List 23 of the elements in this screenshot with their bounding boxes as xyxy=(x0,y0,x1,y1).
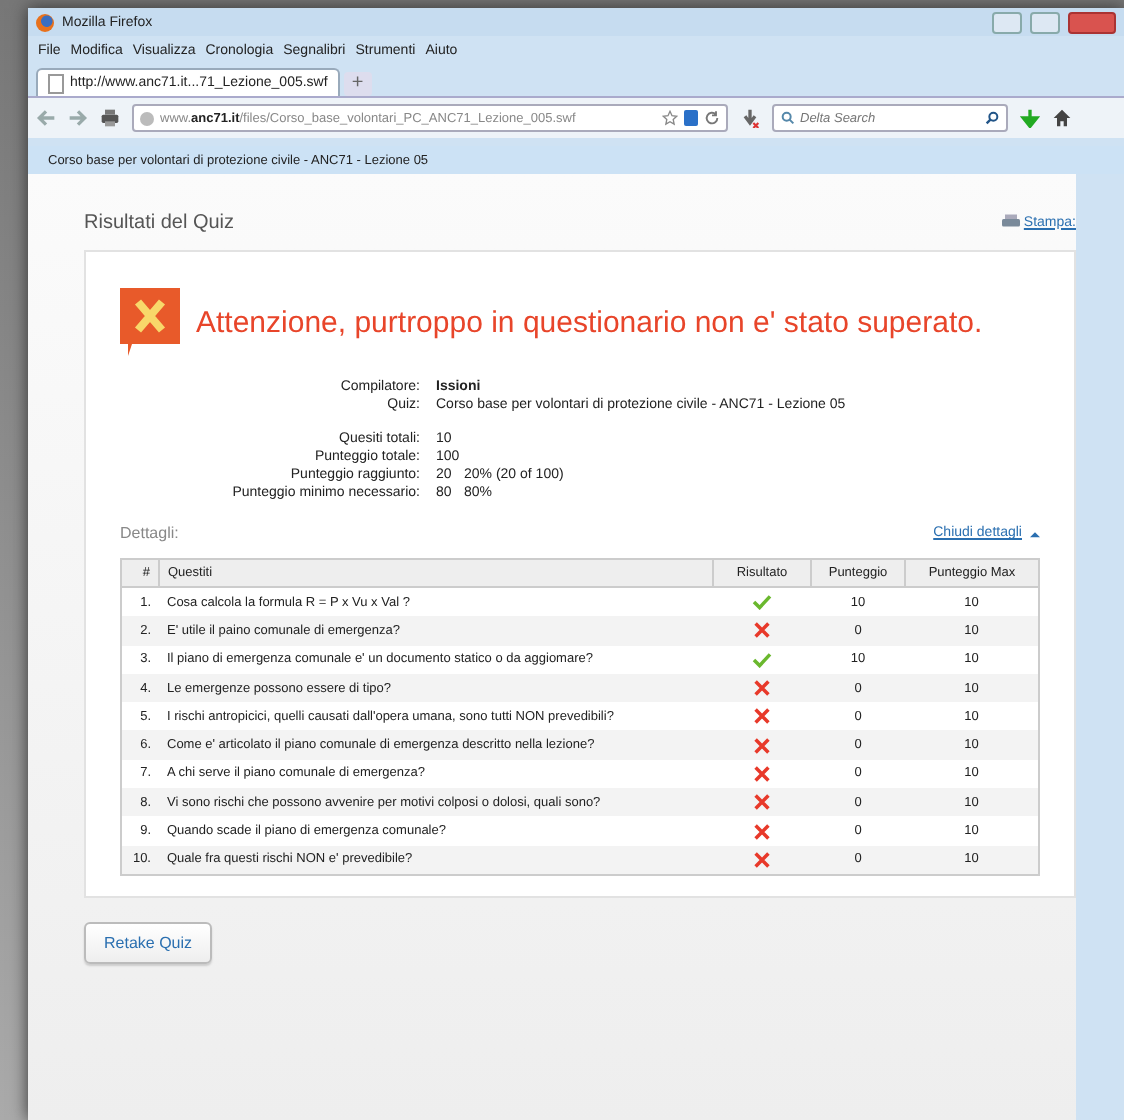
search-icon xyxy=(780,110,796,126)
reload-icon[interactable] xyxy=(704,110,720,126)
retake-quiz-button[interactable]: Retake Quiz xyxy=(84,921,213,964)
page-icon xyxy=(48,73,64,93)
printer-icon xyxy=(1001,214,1020,230)
search-icon[interactable] xyxy=(984,110,1000,126)
star-icon[interactable] xyxy=(662,110,678,126)
fox-logo-icon xyxy=(36,13,54,31)
error-x-icon xyxy=(120,288,180,356)
details-label: Dettagli: xyxy=(120,524,179,542)
forward-arrow-icon[interactable] xyxy=(68,108,88,128)
page-title: Risultati del Quiz xyxy=(84,211,235,233)
home-icon[interactable] xyxy=(1052,108,1072,128)
back-arrow-icon[interactable] xyxy=(36,108,56,128)
printer-icon[interactable] xyxy=(100,108,120,128)
maximize-button[interactable] xyxy=(1030,11,1060,33)
minimize-button[interactable] xyxy=(992,11,1022,33)
close-button[interactable] xyxy=(1068,11,1116,33)
caret-up-icon xyxy=(1030,529,1040,537)
download-arrow-icon[interactable] xyxy=(1020,108,1040,128)
failure-message: Attenzione, purtroppo in questionario non e' stato superato. xyxy=(196,305,983,339)
download-icon[interactable] xyxy=(740,108,760,128)
new-tab-button[interactable]: + xyxy=(343,72,372,96)
